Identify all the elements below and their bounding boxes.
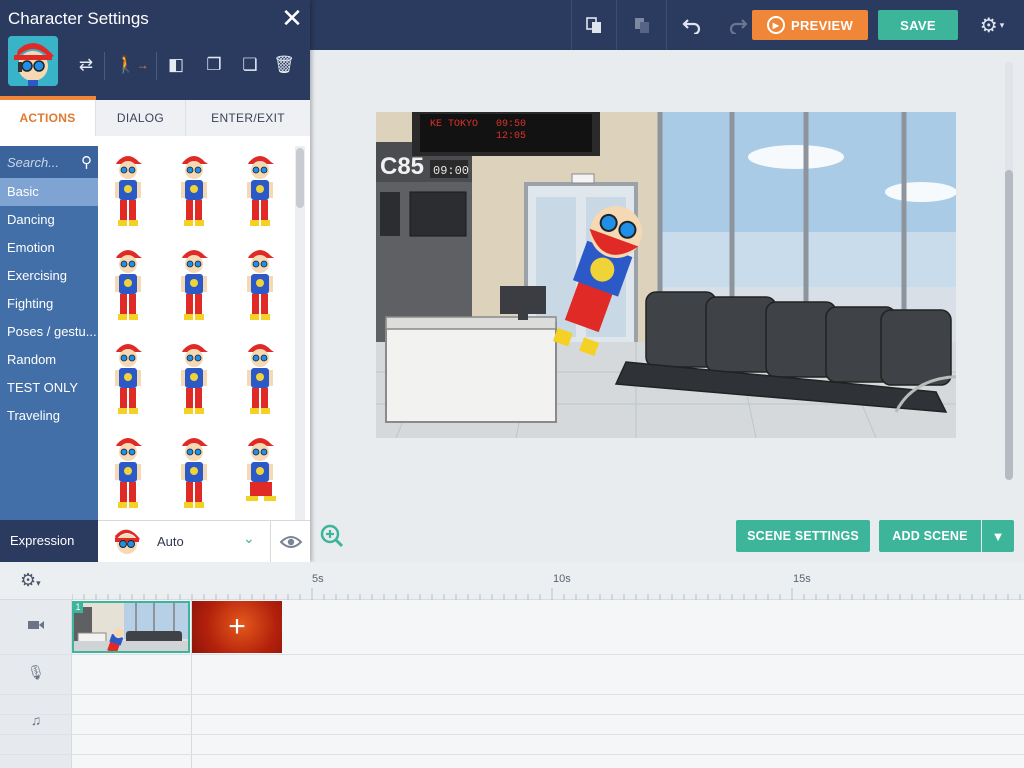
zoom-in-icon[interactable] <box>320 524 344 548</box>
music-icon: ♫ <box>30 712 42 728</box>
scene-settings-button[interactable]: SCENE SETTINGS <box>736 520 870 552</box>
scene-clip[interactable] <box>72 601 190 653</box>
close-icon[interactable]: ✕ <box>280 4 304 32</box>
save-button[interactable]: SAVE <box>878 10 958 40</box>
action-thumbnail[interactable] <box>174 340 214 422</box>
ruler-ticks <box>72 588 1021 600</box>
gear-icon[interactable]: ⚙▾ <box>20 570 41 591</box>
tab-enter-exit[interactable]: ENTER/EXIT <box>186 100 310 136</box>
expression-face-icon <box>112 526 142 556</box>
action-thumbnail[interactable] <box>240 246 280 328</box>
action-grid <box>98 146 310 520</box>
chevron-down-icon: ▼ <box>991 528 1005 544</box>
toolbar-divider <box>666 0 667 50</box>
copy-icon[interactable] <box>574 0 614 50</box>
action-thumbnail[interactable] <box>108 246 148 328</box>
category-exercising[interactable]: Exercising <box>0 262 98 290</box>
add-scene-dropdown[interactable]: ▼ <box>982 520 1014 552</box>
eye-icon[interactable] <box>270 521 310 562</box>
track-divider <box>0 654 1024 655</box>
preview-label: PREVIEW <box>790 17 854 33</box>
flip-icon[interactable]: ◧ <box>164 50 188 80</box>
toolbar-divider <box>571 0 572 50</box>
gate-sign: C85 <box>380 153 424 180</box>
chevron-down-icon[interactable]: ⌄ <box>243 530 255 547</box>
action-thumbnail[interactable] <box>240 340 280 422</box>
gear-icon[interactable]: ⚙▾ <box>972 0 1012 50</box>
tick-5s: 5s <box>312 573 324 585</box>
tab-actions[interactable]: ACTIONS <box>0 100 96 136</box>
action-thumbnail[interactable] <box>108 340 148 422</box>
category-poses[interactable]: Poses / gestu... <box>0 318 98 346</box>
duplicate-icon[interactable]: ❐ <box>202 50 226 80</box>
category-dancing[interactable]: Dancing <box>0 206 98 234</box>
category-basic[interactable]: Basic <box>0 178 98 206</box>
grid-scroll-thumb[interactable] <box>296 148 304 208</box>
action-thumbnail[interactable] <box>108 152 148 234</box>
add-clip-button[interactable]: + <box>192 601 282 653</box>
category-search[interactable]: Search... ⚲ <box>0 146 98 178</box>
tab-spacer <box>0 136 310 146</box>
category-test-only[interactable]: TEST ONLY <box>0 374 98 402</box>
walk-icon[interactable]: 🚶 → <box>114 50 150 80</box>
board-time-1: 09:50 <box>496 119 526 130</box>
paste-icon[interactable] <box>622 0 662 50</box>
board-time-2: 12:05 <box>496 131 526 142</box>
tab-dialog[interactable]: DIALOG <box>96 100 186 136</box>
action-thumbnail[interactable] <box>174 246 214 328</box>
panel-divider <box>104 52 105 80</box>
category-traveling[interactable]: Traveling <box>0 402 98 430</box>
action-thumbnail[interactable] <box>174 434 214 516</box>
action-thumbnail[interactable] <box>240 152 280 234</box>
svg-text:KE TOKYO: KE TOKYO <box>430 119 478 130</box>
expression-select[interactable]: Auto <box>157 534 184 549</box>
category-random[interactable]: Random <box>0 346 98 374</box>
delete-icon[interactable]: 🗑 <box>272 50 296 80</box>
preview-button[interactable]: ▶ PREVIEW <box>752 10 868 40</box>
character-avatar[interactable] <box>8 36 58 86</box>
swap-character-icon[interactable]: ⇄ <box>74 50 98 80</box>
track-divider <box>0 694 1024 695</box>
clip-number: 1 <box>73 602 83 613</box>
action-thumbnail[interactable] <box>174 152 214 234</box>
stage-scroll-thumb[interactable] <box>1005 170 1013 480</box>
track-divider <box>0 734 1024 735</box>
add-scene-button[interactable]: ADD SCENE <box>879 520 981 552</box>
undo-icon[interactable] <box>672 0 712 50</box>
expression-label: Expression <box>0 520 98 562</box>
play-icon: ▶ <box>766 16 785 34</box>
copy-character-icon[interactable]: ❏ <box>238 50 262 80</box>
panel-title: Character Settings <box>8 9 149 28</box>
action-thumbnail[interactable] <box>108 434 148 516</box>
camera-icon <box>24 618 48 638</box>
gate-clock: 09:00 <box>433 164 469 178</box>
scene-canvas[interactable]: C85 09:00 KE TOKYO 09:50 12:05 <box>376 112 956 438</box>
category-fighting[interactable]: Fighting <box>0 290 98 318</box>
tick-10s: 10s <box>553 573 571 585</box>
microphone-icon: 🎙 <box>27 664 45 680</box>
search-placeholder: Search... <box>7 155 60 170</box>
tick-15s: 15s <box>793 573 811 585</box>
toolbar-divider <box>616 0 617 50</box>
search-icon: ⚲ <box>81 154 92 171</box>
category-emotion[interactable]: Emotion <box>0 234 98 262</box>
panel-divider <box>156 52 157 80</box>
action-thumbnail[interactable] <box>240 434 280 516</box>
track-divider <box>0 714 1024 715</box>
track-divider <box>0 754 1024 755</box>
